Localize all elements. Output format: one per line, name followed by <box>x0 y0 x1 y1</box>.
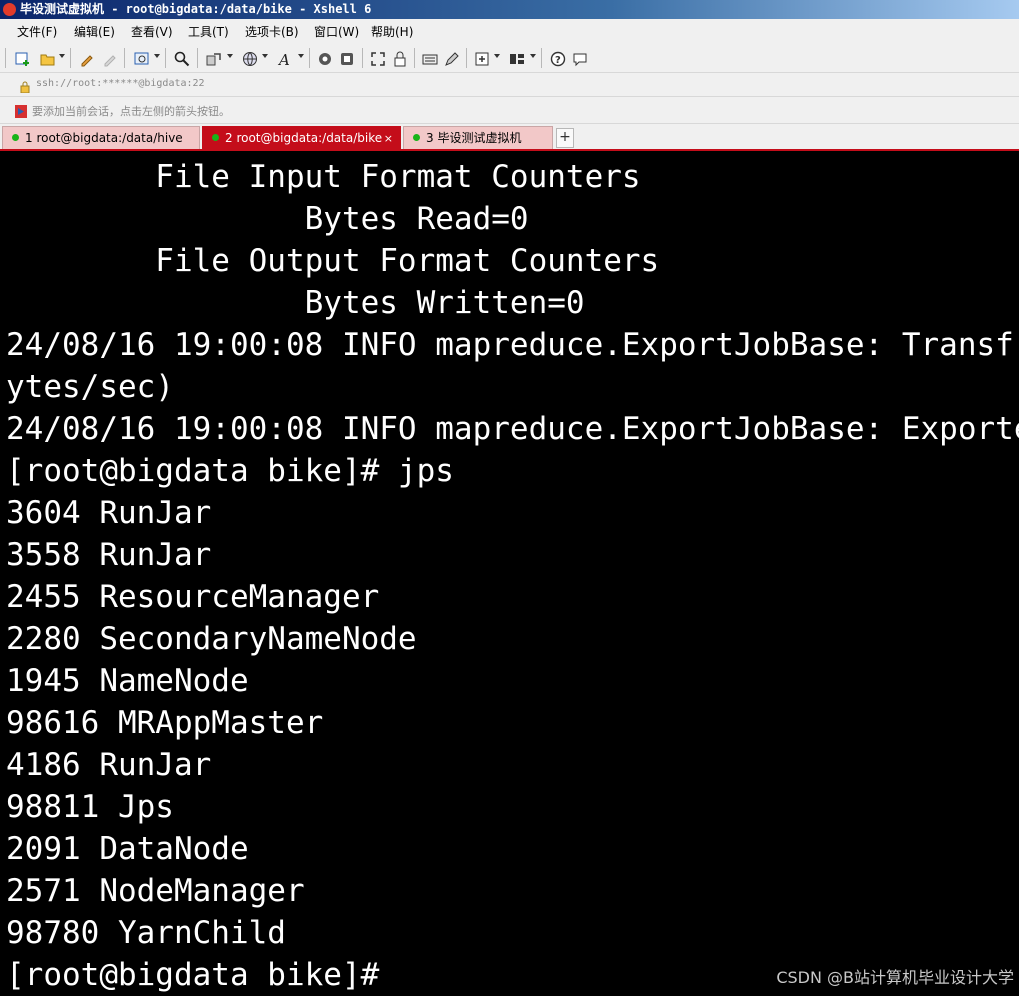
session-hint-text: 要添加当前会话，点击左侧的箭头按钮。 <box>32 105 230 118</box>
lock-icon[interactable] <box>390 49 410 69</box>
terminal-line: 2280 SecondaryNameNode <box>6 621 417 657</box>
toolbar: A ? <box>0 43 1019 73</box>
terminal-line: 4186 RunJar <box>6 747 212 783</box>
xshell-app-icon <box>3 3 16 16</box>
chat-icon[interactable] <box>570 49 590 69</box>
toolbar-separator <box>414 48 415 68</box>
toolbar-grip <box>5 48 6 68</box>
new-tab-dropdown-icon[interactable] <box>494 54 500 58</box>
toolbar-separator <box>165 48 166 68</box>
connected-status-icon <box>12 134 19 141</box>
session-address-input[interactable] <box>36 76 1011 91</box>
tab-label: 2 root@bigdata:/data/bike <box>225 131 383 145</box>
add-session-arrow-icon[interactable] <box>15 103 27 118</box>
font-dropdown-icon[interactable] <box>298 54 304 58</box>
terminal-prompt: [root@bigdata bike]# <box>6 957 380 993</box>
xftp-icon[interactable] <box>315 49 335 69</box>
menu-help[interactable]: 帮助(H) <box>371 23 413 40</box>
transfer-dropdown-icon[interactable] <box>227 54 233 58</box>
terminal-line: [root@bigdata bike]# jps <box>6 453 454 489</box>
toolbar-separator <box>70 48 71 68</box>
menu-bar: 文件(F) 编辑(E) 查看(V) 工具(T) 选项卡(B) 窗口(W) 帮助(… <box>0 19 1019 43</box>
terminal-line: 2091 DataNode <box>6 831 249 867</box>
terminal-line: 98811 Jps <box>6 789 174 825</box>
keyboard-icon[interactable] <box>420 49 440 69</box>
title-bar: 毕设测试虚拟机 - root@bigdata:/data/bike - Xshe… <box>0 0 1019 19</box>
terminal-line: 98616 MRAppMaster <box>6 705 324 741</box>
script-icon[interactable] <box>337 49 357 69</box>
lock-icon <box>20 78 30 94</box>
properties-dropdown-icon[interactable] <box>154 54 160 58</box>
terminal-line: 2571 NodeManager <box>6 873 305 909</box>
menu-edit[interactable]: 编辑(E) <box>74 23 115 40</box>
menu-tools[interactable]: 工具(T) <box>188 23 229 40</box>
add-tab-button[interactable]: + <box>556 128 574 148</box>
terminal-line: 3604 RunJar <box>6 495 212 531</box>
open-dropdown-icon[interactable] <box>59 54 65 58</box>
properties-icon[interactable] <box>132 49 152 69</box>
toolbar-separator <box>541 48 542 68</box>
compose-icon[interactable] <box>442 49 462 69</box>
disconnect-icon[interactable] <box>100 49 120 69</box>
terminal-line: 1945 NameNode <box>6 663 249 699</box>
terminal-line: File Output Format Counters <box>6 243 660 279</box>
connected-status-icon <box>413 134 420 141</box>
terminal-output[interactable]: File Input Format Counters Bytes Read=0 … <box>0 151 1019 996</box>
menu-view[interactable]: 查看(V) <box>131 23 173 40</box>
layout-dropdown-icon[interactable] <box>530 54 536 58</box>
reconnect-icon[interactable] <box>77 49 97 69</box>
menu-window[interactable]: 窗口(W) <box>314 23 359 40</box>
terminal-line: 24/08/16 19:00:08 INFO mapreduce.ExportJ… <box>6 327 1014 363</box>
toolbar-separator <box>309 48 310 68</box>
csdn-watermark: CSDN @B站计算机毕业设计大学 <box>776 968 1014 987</box>
terminal-line: Bytes Read=0 <box>6 201 529 237</box>
svg-text:?: ? <box>555 55 561 66</box>
close-tab-icon[interactable]: × <box>384 127 393 150</box>
session-tab-strip: 1 root@bigdata:/data/hive 2 root@bigdata… <box>0 124 1019 149</box>
session-tab-3[interactable]: 3 毕设测试虚拟机 <box>403 126 553 149</box>
layout-icon[interactable] <box>507 49 527 69</box>
session-tab-1[interactable]: 1 root@bigdata:/data/hive <box>2 126 200 149</box>
toolbar-separator <box>362 48 363 68</box>
globe-icon[interactable] <box>240 49 260 69</box>
connected-status-icon <box>212 134 219 141</box>
terminal-line: Bytes Written=0 <box>6 285 585 321</box>
tab-label: 1 root@bigdata:/data/hive <box>25 131 183 145</box>
open-folder-icon[interactable] <box>38 49 58 69</box>
terminal-line: File Input Format Counters <box>6 159 641 195</box>
globe-dropdown-icon[interactable] <box>262 54 268 58</box>
address-bar <box>0 73 1019 97</box>
svg-text:A: A <box>277 51 290 68</box>
new-tab-icon[interactable] <box>472 49 492 69</box>
menu-file[interactable]: 文件(F) <box>17 23 57 40</box>
font-icon[interactable]: A <box>275 49 295 69</box>
terminal-line: 24/08/16 19:00:08 INFO mapreduce.ExportJ… <box>6 411 1019 447</box>
terminal-line: 98780 YarnChild <box>6 915 286 951</box>
terminal-line: ytes/sec) <box>6 369 174 405</box>
new-session-icon[interactable] <box>13 49 33 69</box>
fullscreen-icon[interactable] <box>368 49 388 69</box>
terminal-line: 3558 RunJar <box>6 537 212 573</box>
menu-tabs[interactable]: 选项卡(B) <box>245 23 299 40</box>
toolbar-separator <box>466 48 467 68</box>
toolbar-separator <box>197 48 198 68</box>
search-icon[interactable] <box>172 49 192 69</box>
session-hint-bar: 要添加当前会话，点击左侧的箭头按钮。 <box>0 97 1019 124</box>
session-tab-2[interactable]: 2 root@bigdata:/data/bike × <box>202 126 401 149</box>
toolbar-separator <box>124 48 125 68</box>
help-icon[interactable]: ? <box>548 49 568 69</box>
tab-label: 3 毕设测试虚拟机 <box>426 131 522 145</box>
window-title: 毕设测试虚拟机 - root@bigdata:/data/bike - Xshe… <box>20 2 372 16</box>
terminal-line: 2455 ResourceManager <box>6 579 380 615</box>
transfer-icon[interactable] <box>204 49 224 69</box>
